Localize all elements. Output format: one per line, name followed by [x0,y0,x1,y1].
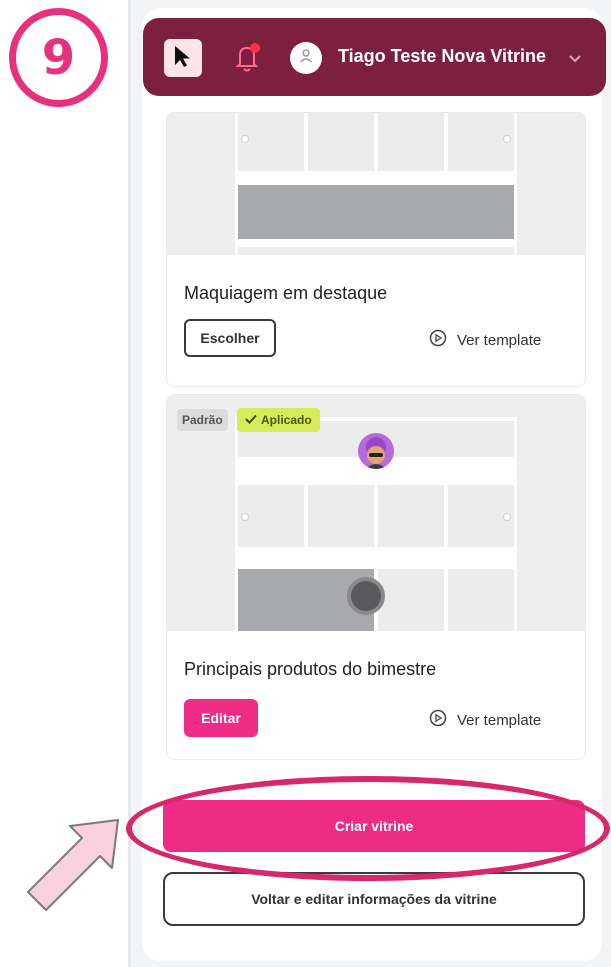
cursor-avatar [358,433,394,469]
chevron-down-icon[interactable] [568,51,582,69]
carousel-dot [241,513,249,521]
applied-tag-label: Aplicado [261,413,312,427]
preview-cell [238,113,304,171]
preview-cell [308,113,374,171]
template-card: Maquiagem em destaque Escolher Ver templ… [166,112,586,387]
preview-cell [378,113,444,171]
template-preview [167,113,585,255]
user-icon [298,48,314,69]
preview-cell [378,485,444,547]
template-title: Maquiagem em destaque [184,283,388,303]
notifications-button[interactable] [231,40,263,74]
template-card: Padrão Aplicado Principais produtos do b… [166,394,586,760]
default-tag: Padrão [177,409,228,431]
user-name[interactable]: Tiago Teste Nova Vitrine [338,46,546,67]
top-bar: Tiago Teste Nova Vitrine [143,18,606,96]
view-template-label: Ver template [457,711,542,729]
carousel-dot [503,135,511,143]
check-icon [245,413,257,427]
applied-tag: Aplicado [237,408,320,432]
back-edit-showcase-button[interactable]: Voltar e editar informações da vitrine [163,872,585,926]
preview-cell [448,569,514,631]
view-template-link[interactable]: Ver template [429,329,541,351]
view-template-label: Ver template [457,331,542,349]
template-preview-mock [235,113,517,255]
cursor-icon [172,44,194,73]
template-title: Principais produtos do bimestre [184,659,437,679]
preview-cell [378,569,444,631]
preview-banner [238,185,514,239]
bell-icon [231,43,263,78]
play-icon [429,709,447,731]
preview-cell [238,247,514,255]
cursor-tool-button[interactable] [164,39,202,77]
create-showcase-button[interactable]: Criar vitrine [163,800,585,852]
step-number-badge: 9 [9,8,108,107]
template-preview [167,395,585,631]
pointer-indicator [347,577,385,615]
user-avatar[interactable] [290,42,322,74]
carousel-dot [503,513,511,521]
play-icon [429,329,447,351]
view-template-link[interactable]: Ver template [429,709,541,731]
edit-template-button[interactable]: Editar [184,699,258,737]
preview-cell [308,485,374,547]
choose-template-button[interactable]: Escolher [184,319,276,357]
pointer-arrow-icon [27,819,119,911]
carousel-dot [241,135,249,143]
